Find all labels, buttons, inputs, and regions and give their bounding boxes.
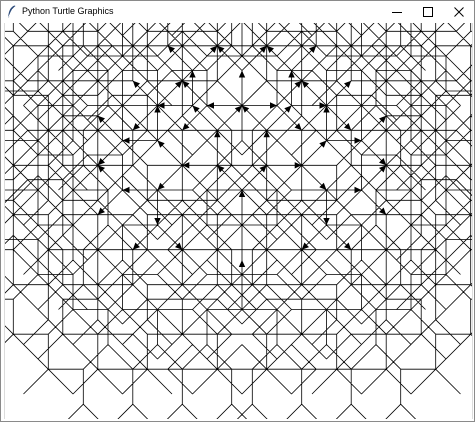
title-bar[interactable]: Python Turtle Graphics [1,1,474,22]
maximize-button[interactable] [413,1,443,22]
minimize-button[interactable] [382,1,412,22]
feather-icon [8,5,16,18]
minimize-icon [392,11,402,13]
close-button[interactable] [444,1,474,22]
app-window: Python Turtle Graphics [0,0,475,422]
turtle-canvas[interactable] [4,23,473,419]
close-icon [454,6,464,17]
turtle-drawing [5,23,472,419]
maximize-icon [423,6,433,17]
window-title: Python Turtle Graphics [22,6,114,16]
tree-branches [5,23,472,419]
